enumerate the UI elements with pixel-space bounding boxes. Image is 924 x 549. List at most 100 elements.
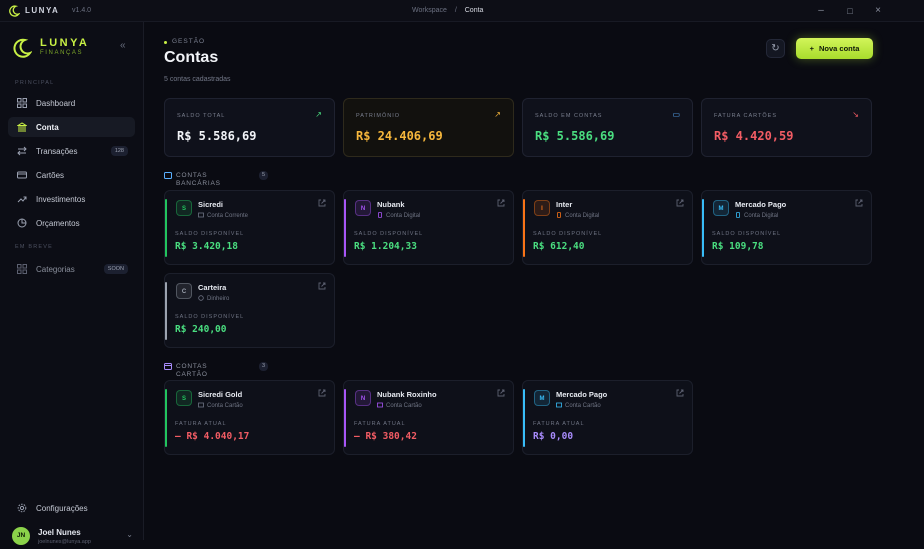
account-type: Conta Cartão bbox=[377, 402, 422, 409]
sidebar-item-transacoes[interactable]: Transações 128 bbox=[8, 141, 135, 161]
soon-badge: SOON bbox=[103, 264, 128, 274]
sidebar-item-cartoes[interactable]: Cartões bbox=[8, 165, 135, 185]
avatar: JN bbox=[12, 527, 30, 545]
account-accent-bar bbox=[702, 199, 704, 257]
account-balance: R$ 109,78 bbox=[712, 241, 764, 252]
brand-name: LUNYA bbox=[40, 37, 90, 49]
user-name: Joel Nunes bbox=[38, 528, 81, 537]
account-type: Conta Digital bbox=[735, 212, 778, 219]
stat-value: R$ 5.586,69 bbox=[535, 129, 615, 143]
sidebar-item-label: Configurações bbox=[36, 504, 88, 513]
account-avatar: M bbox=[713, 200, 729, 216]
sidebar-item-dashboard[interactable]: Dashboard bbox=[8, 93, 135, 113]
pie-icon bbox=[17, 218, 27, 228]
account-card-carteira[interactable]: C Carteira Dinheiro SALDO DISPONÍVEL R$ … bbox=[164, 273, 335, 348]
external-link-icon[interactable] bbox=[497, 389, 505, 397]
balance-label: SALDO DISPONÍVEL bbox=[354, 231, 424, 237]
stat-label: SALDO EM CONTAS bbox=[535, 113, 603, 119]
card-account-nubank-roxinho[interactable]: N Nubank Roxinho Conta Cartão FATURA ATU… bbox=[343, 380, 514, 455]
phone-icon bbox=[378, 212, 382, 218]
stat-value: R$ 4.420,59 bbox=[714, 129, 794, 143]
invoice-label: FATURA ATUAL bbox=[533, 421, 585, 427]
swap-icon bbox=[17, 146, 27, 156]
account-type-label: Conta Digital bbox=[386, 213, 421, 219]
card-icon bbox=[377, 402, 383, 408]
window-app-name: LUNYA bbox=[25, 6, 60, 15]
chevron-down-icon[interactable]: ⌄ bbox=[126, 530, 133, 539]
external-link-icon[interactable] bbox=[497, 199, 505, 207]
brand-subtitle: FINANÇAS bbox=[40, 50, 84, 56]
account-card-nubank[interactable]: N Nubank Conta Digital SALDO DISPONÍVEL … bbox=[343, 190, 514, 265]
account-card-sicredi[interactable]: S Sicredi Conta Corrente SALDO DISPONÍVE… bbox=[164, 190, 335, 265]
external-link-icon[interactable] bbox=[318, 389, 326, 397]
account-type: Conta Cartão bbox=[556, 402, 601, 409]
nav-section-main: PRINCIPAL bbox=[15, 80, 55, 86]
sidebar-item-investimentos[interactable]: Investimentos bbox=[8, 189, 135, 209]
external-link-icon[interactable] bbox=[855, 199, 863, 207]
account-accent-bar bbox=[344, 389, 346, 447]
account-type-label: Conta Cartão bbox=[207, 403, 243, 409]
maximize-icon[interactable]: □ bbox=[843, 4, 857, 18]
grid-icon bbox=[17, 98, 27, 108]
stat-card-patrimonio: PATRIMÔNIO R$ 24.406,69 ↗ bbox=[343, 98, 514, 157]
sidebar-item-label: Orçamentos bbox=[36, 219, 80, 228]
minimize-icon[interactable]: – bbox=[814, 4, 828, 18]
card-invoice: – R$ 380,42 bbox=[354, 431, 417, 442]
main-content: GESTÃO Contas 5 contas cadastradas ↻ + No… bbox=[145, 22, 924, 540]
close-icon[interactable]: × bbox=[871, 4, 885, 18]
section-dot-icon bbox=[164, 41, 167, 44]
account-type-label: Conta Cartão bbox=[386, 403, 422, 409]
phone-icon bbox=[736, 212, 740, 218]
user-menu[interactable]: JN Joel Nunes joelnunes@lunya.app ⌄ bbox=[12, 525, 137, 549]
account-name: Mercado Pago bbox=[735, 200, 787, 209]
refresh-icon: ↻ bbox=[771, 43, 780, 54]
account-type-label: Dinheiro bbox=[207, 296, 230, 302]
account-accent-bar bbox=[165, 282, 167, 340]
wallet-icon bbox=[164, 172, 172, 179]
account-type: Conta Digital bbox=[556, 212, 599, 219]
card-invoice: R$ 0,00 bbox=[533, 431, 574, 442]
sidebar-item-label: Investimentos bbox=[36, 195, 86, 204]
card-icon bbox=[198, 402, 204, 408]
breadcrumb-parent[interactable]: Workspace bbox=[412, 7, 447, 14]
sidebar-item-conta[interactable]: Conta bbox=[8, 117, 135, 137]
sidebar-item-categorias: Categorias SOON bbox=[8, 259, 135, 279]
external-link-icon[interactable] bbox=[318, 282, 326, 290]
new-account-button[interactable]: + Nova conta bbox=[796, 38, 873, 59]
card-account-sicredi-gold[interactable]: S Sicredi Gold Conta Cartão FATURA ATUAL… bbox=[164, 380, 335, 455]
sidebar-item-label: Dashboard bbox=[36, 99, 76, 108]
account-name: Sicredi Gold bbox=[198, 390, 243, 399]
account-avatar: M bbox=[534, 390, 550, 406]
sidebar-item-configuracoes[interactable]: Configurações bbox=[8, 498, 135, 518]
external-link-icon[interactable] bbox=[318, 199, 326, 207]
bank-icon bbox=[17, 122, 27, 132]
moon-logo-icon bbox=[9, 5, 20, 17]
moon-logo-icon bbox=[13, 38, 32, 58]
gear-icon bbox=[17, 503, 27, 513]
cash-icon bbox=[198, 295, 204, 301]
grid-icon bbox=[17, 264, 27, 274]
account-name: Nubank bbox=[377, 200, 405, 209]
stat-label: PATRIMÔNIO bbox=[356, 113, 401, 119]
page-subtitle: 5 contas cadastradas bbox=[164, 76, 231, 83]
invoice-label: FATURA ATUAL bbox=[175, 421, 227, 427]
account-card-inter[interactable]: I Inter Conta Digital SALDO DISPONÍVEL R… bbox=[522, 190, 693, 265]
trend-up-icon: ↗ bbox=[315, 110, 322, 119]
sidebar-item-label: Transações bbox=[36, 147, 78, 156]
refresh-button[interactable]: ↻ bbox=[766, 39, 785, 58]
account-name: Carteira bbox=[198, 283, 227, 292]
plus-icon: + bbox=[809, 44, 814, 53]
account-avatar: S bbox=[176, 200, 192, 216]
sidebar-item-label: Categorias bbox=[36, 265, 75, 274]
collapse-sidebar-icon[interactable]: « bbox=[120, 40, 126, 51]
account-balance: R$ 3.420,18 bbox=[175, 241, 238, 252]
sidebar-item-orcamentos[interactable]: Orçamentos bbox=[8, 213, 135, 233]
account-type: Conta Digital bbox=[377, 212, 420, 219]
card-account-mercado-pago[interactable]: M Mercado Pago Conta Cartão FATURA ATUAL… bbox=[522, 380, 693, 455]
sidebar-item-label: Conta bbox=[36, 123, 59, 132]
external-link-icon[interactable] bbox=[676, 389, 684, 397]
account-type-label: Conta Digital bbox=[744, 213, 779, 219]
invoice-label: FATURA ATUAL bbox=[354, 421, 406, 427]
account-card-mercado-pago[interactable]: M Mercado Pago Conta Digital SALDO DISPO… bbox=[701, 190, 872, 265]
external-link-icon[interactable] bbox=[676, 199, 684, 207]
